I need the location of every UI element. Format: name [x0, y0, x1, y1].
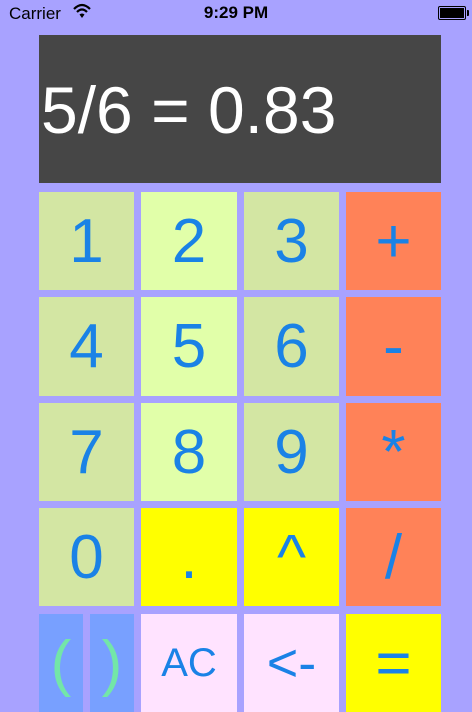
key-decimal[interactable]: .	[141, 508, 237, 606]
key-equals[interactable]: =	[346, 614, 441, 712]
key-backspace[interactable]: <-	[244, 614, 339, 712]
key-8[interactable]: 8	[141, 403, 237, 501]
key-divide[interactable]: /	[346, 508, 441, 606]
clock: 9:29 PM	[203, 3, 269, 22]
key-power[interactable]: ^	[244, 508, 339, 606]
result-display: 5/6 = 0.83	[39, 35, 441, 183]
key-4[interactable]: 4	[39, 297, 134, 396]
key-open-paren[interactable]: (	[39, 614, 83, 712]
key-5[interactable]: 5	[141, 297, 237, 396]
key-7[interactable]: 7	[39, 403, 134, 501]
status-bar: Carrier 9:29 PM	[0, 0, 472, 28]
key-0[interactable]: 0	[39, 508, 134, 606]
key-multiply[interactable]: *	[346, 403, 441, 501]
key-clear[interactable]: AC	[141, 614, 237, 712]
display-text: 5/6 = 0.83	[41, 73, 337, 147]
key-1[interactable]: 1	[39, 192, 134, 290]
key-6[interactable]: 6	[244, 297, 339, 396]
battery-icon	[438, 6, 469, 20]
key-minus[interactable]: -	[346, 297, 441, 396]
key-plus[interactable]: +	[346, 192, 441, 290]
key-9[interactable]: 9	[244, 403, 339, 501]
key-close-paren[interactable]: )	[90, 614, 134, 712]
key-3[interactable]: 3	[244, 192, 339, 290]
key-2[interactable]: 2	[141, 192, 237, 290]
